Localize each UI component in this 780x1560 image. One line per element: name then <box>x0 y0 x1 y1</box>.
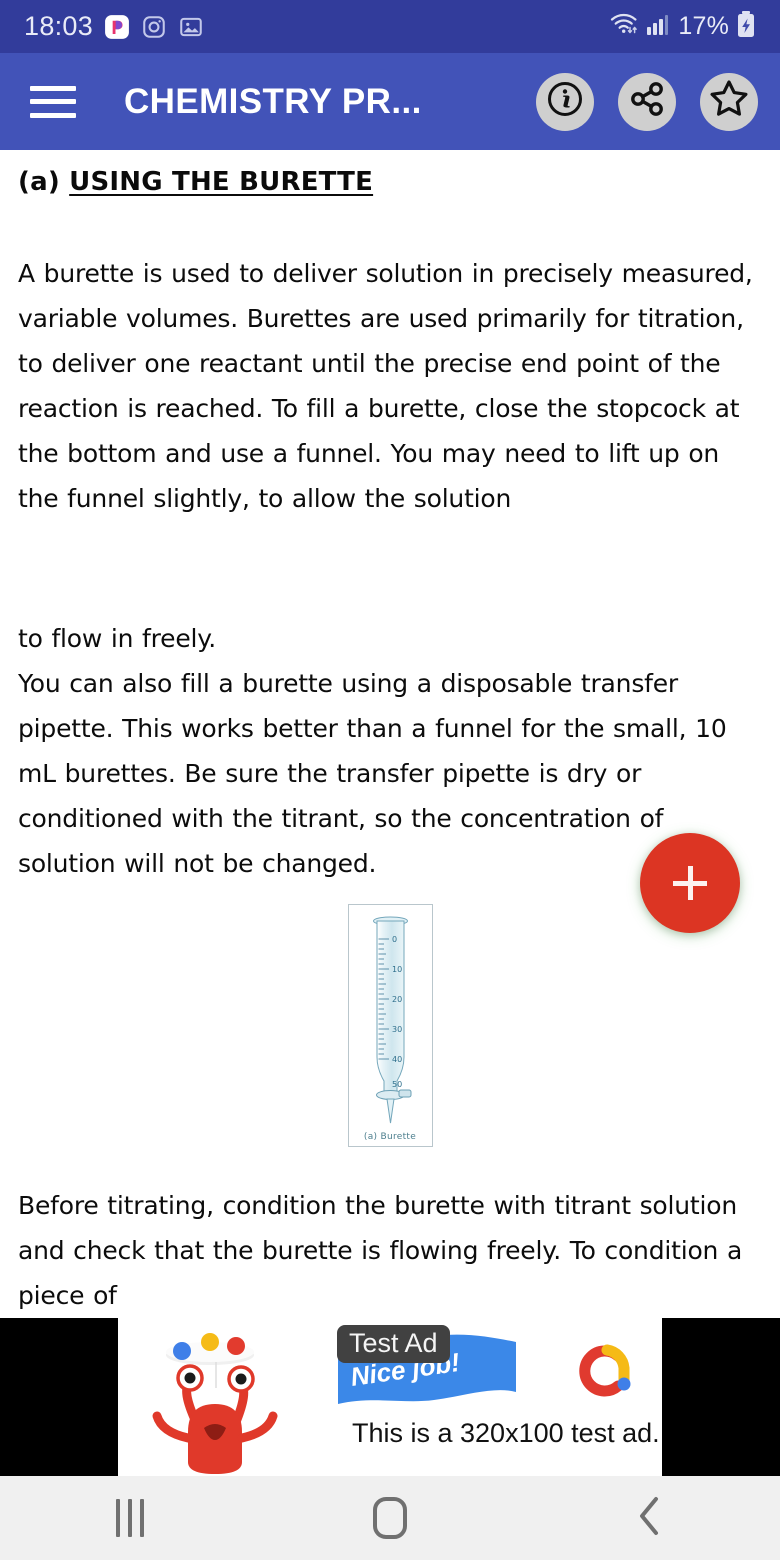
battery-percent-text: 17% <box>678 12 729 40</box>
admob-logo-icon <box>574 1340 636 1407</box>
app-screen: 18:03 17% CHEMISTRY PR... (a) USING THE … <box>0 0 780 1560</box>
ad-banner-region: Nice job! Test Ad This is a 320x100 test… <box>0 1318 780 1476</box>
section-heading: (a) USING THE BURETTE <box>18 166 762 199</box>
status-bar-left: 18:03 <box>24 11 204 42</box>
home-icon <box>373 1497 407 1539</box>
figure-container: 0 10 20 30 40 50 (a) Burette <box>18 903 762 1147</box>
wifi-icon <box>609 11 639 42</box>
info-button[interactable] <box>536 72 594 131</box>
status-bar: 18:03 17% <box>0 0 780 53</box>
paragraph-1: A burette is used to deliver solution in… <box>18 258 753 513</box>
status-bar-right: 17% <box>609 10 756 43</box>
paragraph-2: to flow in freely. <box>18 623 217 653</box>
cellular-signal-icon <box>646 12 671 42</box>
ad-monster-illustration-icon <box>148 1322 328 1476</box>
heading-prefix: (a) <box>18 167 70 197</box>
ad-test-badge: Test Ad <box>337 1325 450 1364</box>
ad-body-text: This is a 320x100 test ad. <box>352 1418 660 1448</box>
hamburger-menu-icon[interactable] <box>30 85 76 118</box>
instagram-icon <box>141 14 167 40</box>
share-button[interactable] <box>618 72 676 131</box>
burette-diagram-icon: 0 10 20 30 40 50 <box>351 916 430 1131</box>
nav-recents-button[interactable] <box>0 1476 260 1560</box>
info-icon <box>543 77 587 126</box>
back-chevron-icon <box>633 1493 667 1544</box>
paragraph-4: Before titrating, condition the burette … <box>18 1190 743 1310</box>
nav-back-button[interactable] <box>520 1476 780 1560</box>
burette-figure: 0 10 20 30 40 50 (a) Burette <box>347 903 433 1147</box>
share-icon <box>626 78 668 125</box>
recents-icon <box>116 1499 144 1537</box>
ad-banner[interactable]: Nice job! Test Ad This is a 320x100 test… <box>118 1318 662 1476</box>
android-navigation-bar <box>0 1476 780 1560</box>
scale-label: 50 <box>392 1080 402 1089</box>
favorite-button[interactable] <box>700 72 758 131</box>
page-title: CHEMISTRY PR... <box>124 81 422 121</box>
battery-charging-icon <box>736 10 756 43</box>
nav-home-button[interactable] <box>260 1476 520 1560</box>
star-icon <box>707 77 751 126</box>
document-scroll-area[interactable]: (a) USING THE BURETTE A burette is used … <box>0 150 780 1318</box>
app-bar-actions <box>536 72 758 131</box>
figure-caption: (a) Burette <box>363 1131 417 1142</box>
scale-label: 10 <box>392 965 402 974</box>
gallery-image-icon <box>178 14 204 40</box>
scale-label: 30 <box>392 1025 402 1034</box>
document-body: (a) USING THE BURETTE A burette is used … <box>0 150 780 1318</box>
heading-underlined-text: USING THE BURETTE <box>69 167 374 197</box>
scale-label: 0 <box>392 935 397 944</box>
status-clock: 18:03 <box>24 11 94 41</box>
p-app-icon <box>104 14 130 40</box>
add-floating-action-button[interactable] <box>640 833 740 933</box>
scale-label: 20 <box>392 995 402 1004</box>
scale-label: 40 <box>392 1055 402 1064</box>
app-bar: CHEMISTRY PR... <box>0 53 780 150</box>
